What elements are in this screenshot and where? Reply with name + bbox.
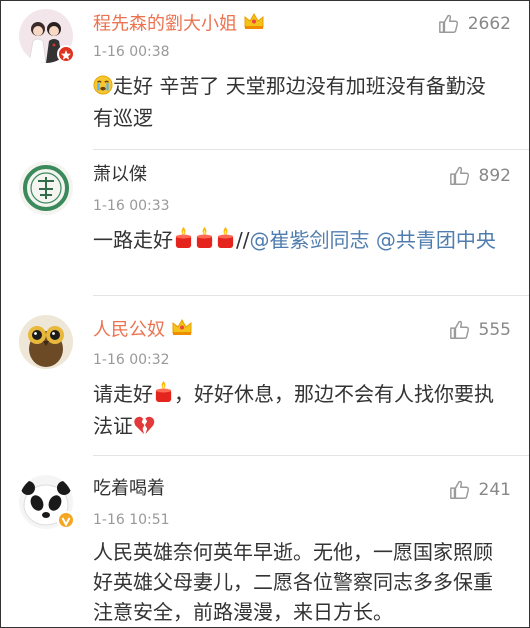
mention-link[interactable]: @崔紫剑同志 (249, 228, 369, 252)
divider (93, 455, 529, 456)
like-button[interactable]: 892 (449, 165, 511, 187)
red-star-badge-icon (57, 45, 75, 63)
like-count: 241 (478, 480, 511, 500)
crown-icon (243, 11, 265, 38)
candle-icon (215, 226, 236, 257)
comment-text: 一路走好//@崔紫剑同志 @共青团中央 (93, 225, 505, 257)
like-button[interactable]: 2662 (438, 13, 511, 35)
comment-item: 程先森的劉大小姐 2662 1-16 00:38 走好 辛苦了 天堂那边没有加班… (1, 1, 529, 151)
comment-text: 请走好 ，好好休息，那边不会有人找你要执法证 (93, 379, 505, 443)
like-button[interactable]: 241 (449, 479, 511, 501)
comment-text: 走好 辛苦了 天堂那边没有加班没有备勤没有巡逻 (93, 73, 486, 130)
avatar[interactable] (19, 161, 73, 215)
like-count: 892 (478, 166, 511, 186)
comment-item: 萧以傑 892 1-16 00:33 一路走好//@崔紫剑同志 @共青团中央 (1, 151, 529, 297)
timestamp: 1-16 10:51 (93, 512, 170, 528)
thumbs-up-icon (449, 320, 469, 339)
timestamp: 1-16 00:32 (93, 352, 170, 368)
candle-icon (194, 226, 215, 257)
like-count: 2662 (467, 14, 511, 34)
comment-item: 吃着喝着 241 1-16 10:51 人民英雄奈何英年早逝。无他，一愿国家照顾… (1, 457, 529, 627)
divider (93, 149, 529, 150)
timestamp: 1-16 00:33 (93, 198, 170, 214)
timestamp: 1-16 00:38 (93, 44, 170, 60)
candle-icon (173, 226, 194, 257)
thumbs-up-icon (449, 166, 469, 185)
candle-icon (153, 380, 174, 411)
thumbs-up-icon (449, 480, 469, 499)
comment-text: 人民英雄奈何英年早逝。无他，一愿国家照顾好英雄父母妻儿，二愿各位警察同志多多保重… (93, 540, 493, 624)
broken-heart-icon (133, 413, 155, 443)
avatar[interactable] (19, 315, 73, 369)
divider (93, 295, 529, 296)
thumbs-up-icon (438, 14, 458, 33)
commenter-name[interactable]: 吃着喝着 (93, 477, 165, 501)
crown-icon (171, 317, 193, 344)
comment-list: 程先森的劉大小姐 2662 1-16 00:38 走好 辛苦了 天堂那边没有加班… (0, 0, 530, 628)
comment-item: 人民公奴 555 1-16 00:32 请走好 ，好好休息，那边不会有人找你要执法… (1, 297, 529, 457)
commenter-name[interactable]: 程先森的劉大小姐 (93, 11, 265, 38)
mention-link[interactable]: @共青团中央 (376, 228, 496, 252)
like-count: 555 (478, 320, 511, 340)
like-button[interactable]: 555 (449, 319, 511, 341)
crying-face-icon (93, 73, 113, 103)
commenter-name[interactable]: 人民公奴 (93, 317, 193, 344)
verified-badge-icon (57, 511, 75, 529)
commenter-name[interactable]: 萧以傑 (93, 163, 147, 187)
